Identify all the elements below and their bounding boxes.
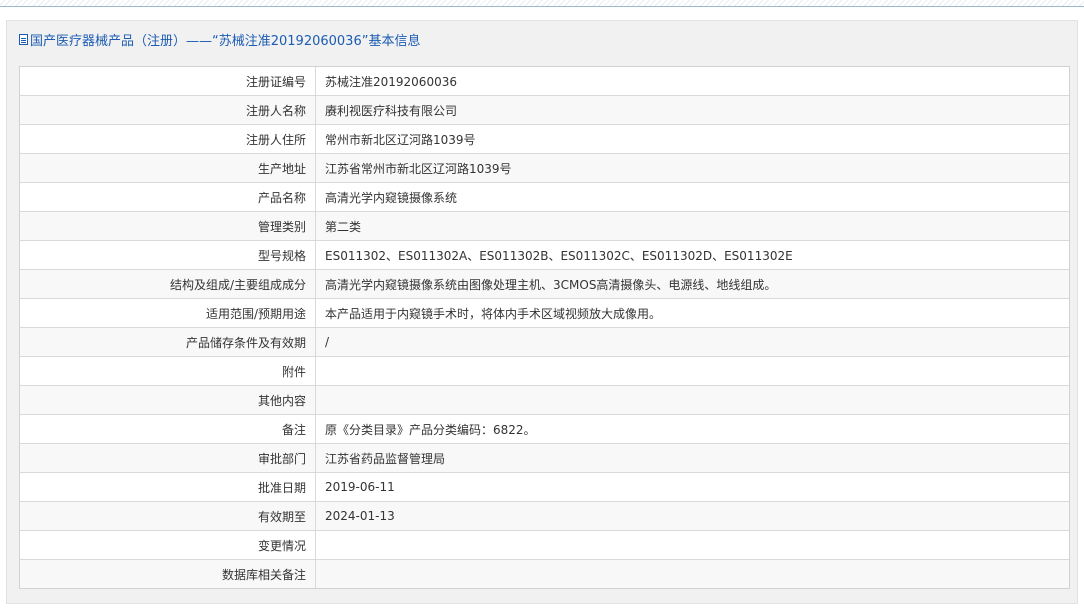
table-row: 产品储存条件及有效期 / — [20, 327, 1069, 357]
row-label: 数据库相关备注 — [20, 559, 316, 588]
row-label: 型号规格 — [20, 240, 316, 270]
row-label: 附件 — [20, 356, 316, 386]
row-value: 江苏省药品监督管理局 — [315, 443, 1069, 473]
table-row: 审批部门 江苏省药品监督管理局 — [20, 443, 1069, 473]
table-row: 管理类别 第二类 — [20, 211, 1069, 241]
row-label: 适用范围/预期用途 — [20, 298, 316, 328]
table-row: 型号规格 ES011302、ES011302A、ES011302B、ES01130… — [20, 240, 1069, 270]
row-label: 其他内容 — [20, 385, 316, 415]
row-value: 原《分类目录》产品分类编码：6822。 — [315, 414, 1069, 444]
row-value: 高清光学内窥镜摄像系统由图像处理主机、3CMOS高清摄像头、电源线、地线组成。 — [315, 269, 1069, 299]
row-value: 2024-01-13 — [315, 501, 1069, 531]
panel-header: 国产医疗器械产品（注册）——“苏械注准20192060036”基本信息 — [7, 21, 1077, 57]
table-row: 注册证编号 苏械注准20192060036 — [20, 67, 1069, 96]
row-label: 结构及组成/主要组成成分 — [20, 269, 316, 299]
info-panel: 国产医疗器械产品（注册）——“苏械注准20192060036”基本信息 注册证编… — [6, 20, 1078, 604]
row-label: 备注 — [20, 414, 316, 444]
row-value: / — [315, 327, 1069, 357]
table-row: 变更情况 — [20, 530, 1069, 560]
row-value: 本产品适用于内窥镜手术时，将体内手术区域视频放大成像用。 — [315, 298, 1069, 328]
row-value — [315, 530, 1069, 560]
row-label: 变更情况 — [20, 530, 316, 560]
row-label: 产品储存条件及有效期 — [20, 327, 316, 357]
table-row: 批准日期 2019-06-11 — [20, 472, 1069, 502]
row-label: 审批部门 — [20, 443, 316, 473]
table-row: 产品名称 高清光学内窥镜摄像系统 — [20, 182, 1069, 212]
row-value: 第二类 — [315, 211, 1069, 241]
row-value — [315, 385, 1069, 415]
table-row: 生产地址 江苏省常州市新北区辽河路1039号 — [20, 153, 1069, 183]
row-label: 产品名称 — [20, 182, 316, 212]
document-icon — [19, 33, 28, 45]
row-value: 赓利视医疗科技有限公司 — [315, 95, 1069, 125]
row-value — [315, 559, 1069, 588]
table-row: 附件 — [20, 356, 1069, 386]
table-row: 结构及组成/主要组成成分 高清光学内窥镜摄像系统由图像处理主机、3CMOS高清摄像… — [20, 269, 1069, 299]
row-label: 有效期至 — [20, 501, 316, 531]
table-row: 数据库相关备注 — [20, 559, 1069, 588]
row-value: 高清光学内窥镜摄像系统 — [315, 182, 1069, 212]
info-table: 注册证编号 苏械注准20192060036 注册人名称 赓利视医疗科技有限公司 注册人住… — [19, 66, 1070, 589]
row-label: 注册人名称 — [20, 95, 316, 125]
page-title: 国产医疗器械产品（注册）——“苏械注准20192060036”基本信息 — [30, 33, 421, 49]
row-value: 江苏省常州市新北区辽河路1039号 — [315, 153, 1069, 183]
table-row: 注册人名称 赓利视医疗科技有限公司 — [20, 95, 1069, 125]
table-row: 其他内容 — [20, 385, 1069, 415]
table-row: 备注 原《分类目录》产品分类编码：6822。 — [20, 414, 1069, 444]
row-label: 批准日期 — [20, 472, 316, 502]
table-row: 适用范围/预期用途 本产品适用于内窥镜手术时，将体内手术区域视频放大成像用。 — [20, 298, 1069, 328]
top-decorative-border — [0, 0, 1084, 7]
row-value: 常州市新北区辽河路1039号 — [315, 124, 1069, 154]
row-label: 生产地址 — [20, 153, 316, 183]
row-value: 2019-06-11 — [315, 472, 1069, 502]
row-value: ES011302、ES011302A、ES011302B、ES011302C、E… — [315, 240, 1069, 270]
row-value: 苏械注准20192060036 — [315, 67, 1069, 96]
row-label: 管理类别 — [20, 211, 316, 241]
table-row: 注册人住所 常州市新北区辽河路1039号 — [20, 124, 1069, 154]
row-label: 注册人住所 — [20, 124, 316, 154]
table-row: 有效期至 2024-01-13 — [20, 501, 1069, 531]
row-label: 注册证编号 — [20, 67, 316, 96]
row-value — [315, 356, 1069, 386]
